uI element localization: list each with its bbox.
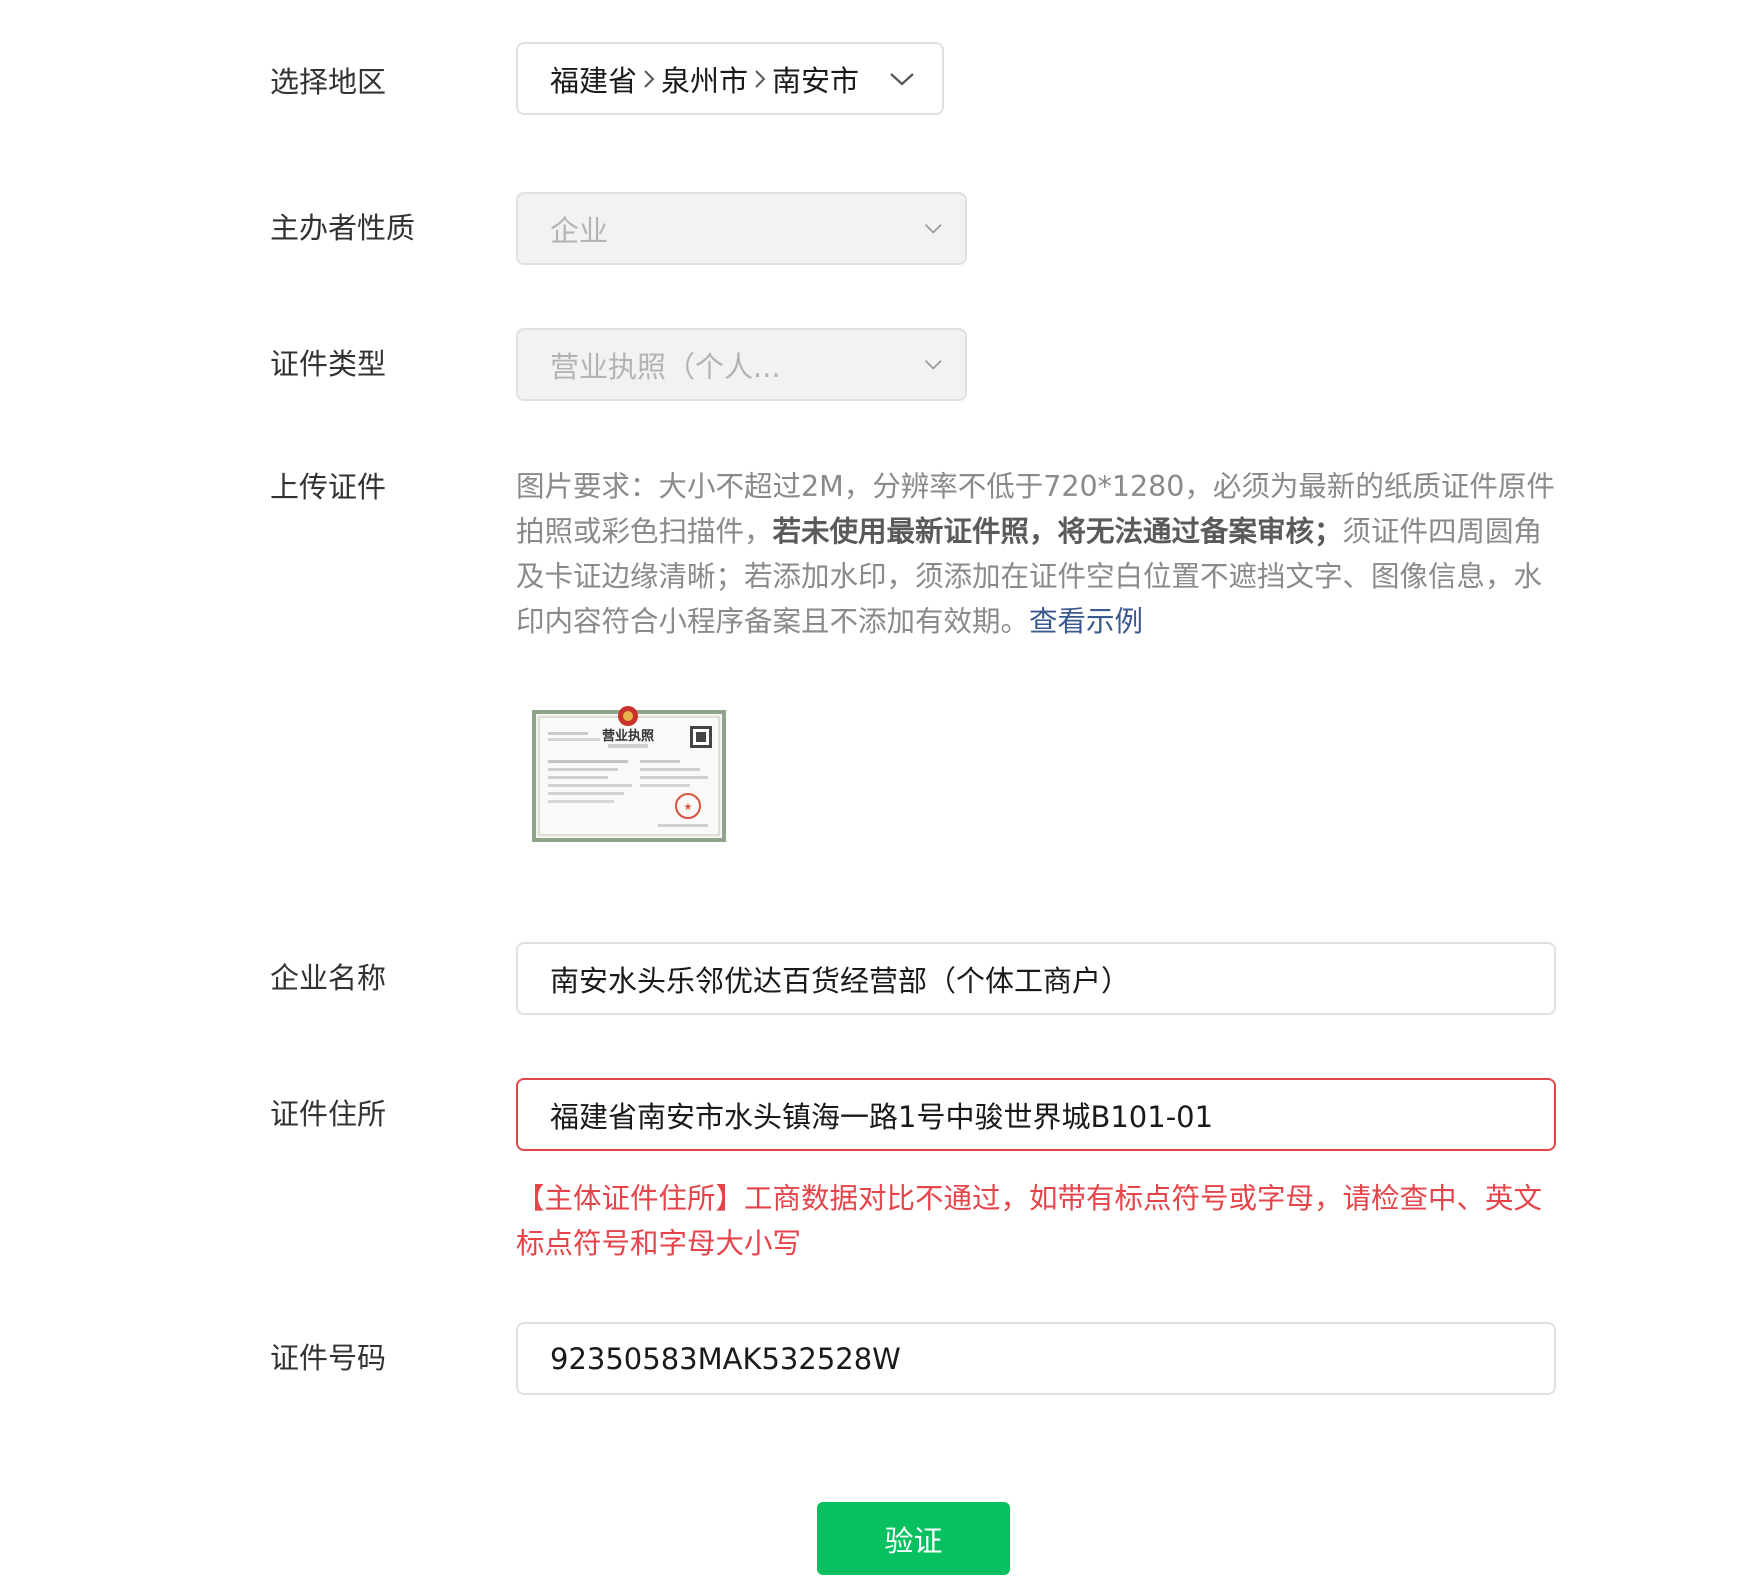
region-label: 选择地区 [270, 65, 387, 99]
region-city: 泉州市 [661, 63, 749, 98]
cert-type-label: 证件类型 [270, 347, 387, 381]
chevron-down-icon [924, 359, 942, 370]
upload-desc-warning: 若未使用最新证件照，将无法通过备案审核； [772, 515, 1343, 548]
chevron-right-icon [644, 69, 655, 88]
region-select[interactable]: 福建省 泉州市 南安市 [516, 42, 944, 115]
cert-number-label: 证件号码 [270, 1341, 387, 1375]
company-name-label: 企业名称 [270, 961, 387, 995]
address-value: 福建省南安市水头镇海一路1号中骏世界城B101-01 [550, 1099, 1214, 1134]
chevron-right-icon [755, 69, 766, 88]
sponsor-type-value: 企业 [550, 213, 609, 248]
region-province: 福建省 [550, 63, 638, 98]
cert-type-value: 营业执照（个人... [550, 349, 781, 384]
upload-requirements: 图片要求：大小不超过2M，分辨率不低于720*1280，必须为最新的纸质证件原件… [516, 464, 1556, 644]
certificate-thumbnail[interactable]: 营业执照 ★ [528, 702, 728, 844]
cert-type-select[interactable]: 营业执照（个人... [516, 328, 967, 401]
thumb-title: 营业执照 [602, 728, 654, 744]
svg-text:★: ★ [684, 802, 693, 813]
company-name-input[interactable]: 南安水头乐邻优达百货经营部（个体工商户） [516, 942, 1556, 1015]
cert-number-value: 92350583MAK532528W [550, 1341, 901, 1376]
chevron-down-icon [924, 223, 942, 234]
address-input[interactable]: 福建省南安市水头镇海一路1号中骏世界城B101-01 [516, 1078, 1556, 1151]
sponsor-type-label: 主办者性质 [270, 211, 416, 245]
address-error-message: 【主体证件住所】工商数据对比不通过，如带有标点符号或字母，请检查中、英文标点符号… [516, 1182, 1543, 1260]
company-name-value: 南安水头乐邻优达百货经营部（个体工商户） [550, 963, 1131, 998]
view-example-link[interactable]: 查看示例 [1029, 605, 1143, 638]
address-label: 证件住所 [270, 1097, 387, 1131]
business-license-image-icon: 营业执照 ★ [532, 706, 726, 842]
region-district: 南安市 [772, 63, 860, 98]
sponsor-type-select[interactable]: 企业 [516, 192, 967, 265]
cert-number-input[interactable]: 92350583MAK532528W [516, 1322, 1556, 1395]
upload-label: 上传证件 [270, 470, 387, 504]
chevron-down-icon [890, 72, 914, 85]
verify-button[interactable]: 验证 [817, 1502, 1010, 1575]
